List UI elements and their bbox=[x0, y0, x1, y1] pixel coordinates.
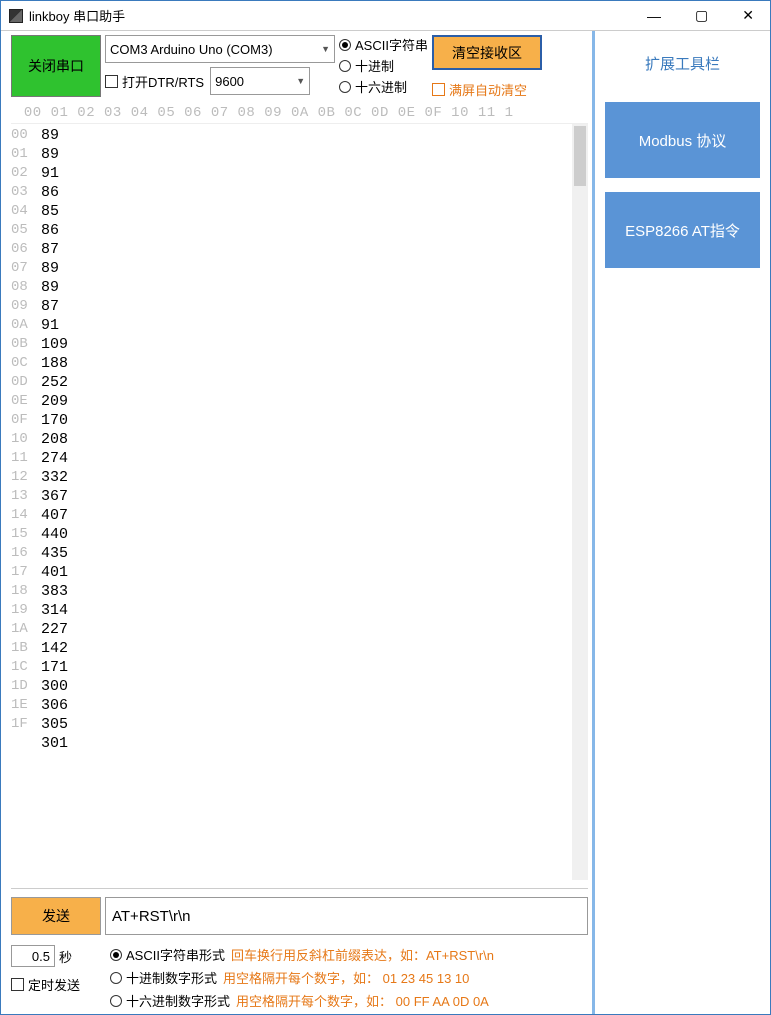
recv-line: 86 bbox=[41, 183, 584, 202]
modbus-tool-button[interactable]: Modbus 协议 bbox=[605, 102, 760, 178]
scrollbar[interactable] bbox=[572, 124, 588, 880]
recv-line: 87 bbox=[41, 297, 584, 316]
recv-line: 171 bbox=[41, 658, 584, 677]
send-input[interactable] bbox=[105, 897, 588, 935]
recv-fmt-dec-radio[interactable]: 十进制 bbox=[339, 56, 428, 75]
chevron-down-icon: ▼ bbox=[321, 44, 330, 54]
clear-recv-button[interactable]: 清空接收区 bbox=[432, 35, 542, 70]
maximize-button[interactable]: ▢ bbox=[687, 5, 716, 26]
recv-line: 170 bbox=[41, 411, 584, 430]
timer-interval-input[interactable] bbox=[11, 945, 55, 967]
baud-select[interactable]: 9600 ▼ bbox=[210, 67, 310, 95]
recv-line: 367 bbox=[41, 487, 584, 506]
window-title: linkboy 串口助手 bbox=[29, 6, 125, 25]
recv-line: 142 bbox=[41, 639, 584, 658]
right-toolbar-pane: 扩展工具栏 Modbus 协议 ESP8266 AT指令 bbox=[595, 31, 770, 1014]
recv-line: 440 bbox=[41, 525, 584, 544]
auto-clear-checkbox[interactable]: 满屏自动清空 bbox=[432, 80, 542, 99]
recv-line: 89 bbox=[41, 126, 584, 145]
timer-unit-label: 秒 bbox=[59, 947, 72, 966]
send-fmt-hex-radio[interactable]: 十六进制数字形式 bbox=[110, 991, 230, 1010]
send-fmt-dec-radio[interactable]: 十进制数字形式 bbox=[110, 968, 217, 987]
hex-column-header: 00 01 02 03 04 05 06 07 08 09 0A 0B 0C 0… bbox=[11, 101, 588, 123]
recv-line: 89 bbox=[41, 145, 584, 164]
port-value: COM3 Arduino Uno (COM3) bbox=[110, 42, 273, 57]
recv-line: 87 bbox=[41, 240, 584, 259]
recv-line: 109 bbox=[41, 335, 584, 354]
recv-line: 274 bbox=[41, 449, 584, 468]
hint-ascii: 回车换行用反斜杠前缀表达，如：AT+RST\r\n bbox=[231, 945, 494, 964]
recv-line: 407 bbox=[41, 506, 584, 525]
recv-line: 301 bbox=[41, 734, 584, 753]
close-button[interactable]: ✕ bbox=[734, 5, 762, 26]
hint-dec: 用空格隔开每个数字，如： 01 23 45 13 10 bbox=[223, 968, 469, 987]
esp8266-tool-button[interactable]: ESP8266 AT指令 bbox=[605, 192, 760, 268]
hint-hex: 用空格隔开每个数字，如： 00 FF AA 0D 0A bbox=[236, 991, 489, 1010]
baud-value: 9600 bbox=[215, 74, 244, 89]
recv-fmt-ascii-radio[interactable]: ASCII字符串 bbox=[339, 35, 428, 54]
recv-line: 209 bbox=[41, 392, 584, 411]
dtr-rts-checkbox[interactable]: 打开DTR/RTS bbox=[105, 72, 204, 91]
chevron-down-icon: ▼ bbox=[296, 76, 305, 86]
recv-line: 85 bbox=[41, 202, 584, 221]
send-button[interactable]: 发送 bbox=[11, 897, 101, 935]
row-number-gutter: 000102030405060708090A0B0C0D0E0F10111213… bbox=[11, 124, 37, 880]
recv-format-group: ASCII字符串 十进制 十六进制 bbox=[339, 35, 428, 96]
recv-line: 435 bbox=[41, 544, 584, 563]
recv-line: 332 bbox=[41, 468, 584, 487]
recv-line: 91 bbox=[41, 316, 584, 335]
recv-fmt-hex-radio[interactable]: 十六进制 bbox=[339, 77, 428, 96]
recv-line: 252 bbox=[41, 373, 584, 392]
close-port-button[interactable]: 关闭串口 bbox=[11, 35, 101, 97]
send-fmt-ascii-radio[interactable]: ASCII字符串形式 bbox=[110, 945, 225, 964]
recv-line: 306 bbox=[41, 696, 584, 715]
left-pane: 关闭串口 COM3 Arduino Uno (COM3) ▼ 打开DTR/RTS… bbox=[1, 31, 595, 1014]
recv-line: 401 bbox=[41, 563, 584, 582]
port-select[interactable]: COM3 Arduino Uno (COM3) ▼ bbox=[105, 35, 335, 63]
recv-line: 86 bbox=[41, 221, 584, 240]
recv-line: 300 bbox=[41, 677, 584, 696]
recv-line: 188 bbox=[41, 354, 584, 373]
titlebar: linkboy 串口助手 — ▢ ✕ bbox=[1, 1, 770, 31]
app-icon bbox=[9, 9, 23, 23]
recv-line: 91 bbox=[41, 164, 584, 183]
recv-line: 305 bbox=[41, 715, 584, 734]
recv-line: 383 bbox=[41, 582, 584, 601]
recv-line: 208 bbox=[41, 430, 584, 449]
recv-line: 314 bbox=[41, 601, 584, 620]
recv-line: 89 bbox=[41, 278, 584, 297]
scrollbar-thumb[interactable] bbox=[574, 126, 586, 186]
recv-line: 89 bbox=[41, 259, 584, 278]
minimize-button[interactable]: — bbox=[639, 6, 669, 26]
recv-line: 227 bbox=[41, 620, 584, 639]
timed-send-checkbox[interactable]: 定时发送 bbox=[11, 975, 80, 994]
receive-textarea[interactable]: 8989918685868789898791109188252209170208… bbox=[37, 124, 588, 880]
right-pane-title: 扩展工具栏 bbox=[645, 53, 720, 74]
